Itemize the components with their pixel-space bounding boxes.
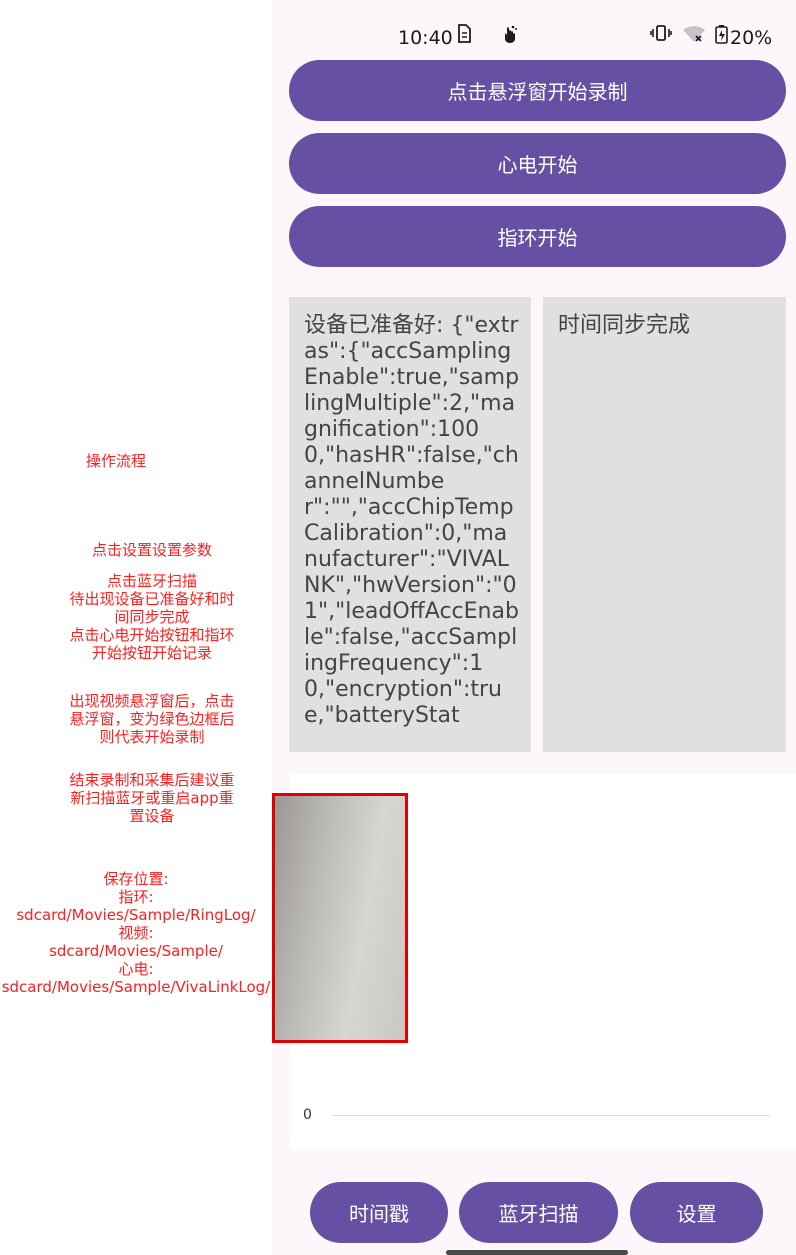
float-window-record-button[interactable]: 点击悬浮窗开始录制 [289,60,786,121]
video-float-window[interactable] [272,793,408,1043]
sim-icon [456,24,472,49]
instruction-save-location: 保存位置: 指环: sdcard/Movies/Sample/RingLog/ … [1,870,271,996]
navigation-handle[interactable] [446,1250,628,1255]
ring-start-button[interactable]: 指环开始 [289,206,786,267]
chart-baseline [332,1115,770,1116]
status-bar: 10:40 20% [272,22,796,56]
status-time: 10:40 [398,27,453,49]
instructions-panel: 操作流程 点击设置设置参数 点击蓝牙扫描 待出现设备已准备好和时 间同步完成 点… [0,0,272,1255]
instruction-float-window: 出现视频悬浮窗后，点击 悬浮窗，变为绿色边框后 则代表开始录制 [69,692,235,746]
device-status-panel: 设备已准备好: {"extras":{"accSamplingEnable":t… [289,297,531,752]
bluetooth-scan-button[interactable]: 蓝牙扫描 [459,1182,618,1243]
chart-zero-label: 0 [303,1107,312,1123]
timestamp-button[interactable]: 时间戳 [310,1182,448,1243]
instruction-end: 结束录制和采集后建议重 新扫描蓝牙或重启app重 置设备 [69,771,235,825]
phone-screen: 10:40 20% 点击悬浮窗开始录制 心电开始 指环开始 设备已准备好: {"… [272,0,796,1255]
time-sync-text: 时间同步完成 [558,313,691,338]
instructions-title: 操作流程 [85,452,146,470]
time-sync-panel: 时间同步完成 [543,297,786,752]
battery-percentage: 20% [730,27,773,49]
ecg-start-button[interactable]: 心电开始 [289,133,786,194]
battery-icon [715,24,728,49]
instruction-settings: 点击设置设置参数 [91,541,212,559]
settings-button[interactable]: 设置 [630,1182,763,1243]
gesture-icon [500,24,518,49]
device-status-text: 设备已准备好: {"extras":{"accSamplingEnable":t… [304,313,520,728]
vibrate-icon [650,24,672,47]
instruction-scan: 点击蓝牙扫描 待出现设备已准备好和时 间同步完成 点击心电开始按钮和指环 开始按… [69,572,235,662]
wifi-off-icon [682,24,706,49]
